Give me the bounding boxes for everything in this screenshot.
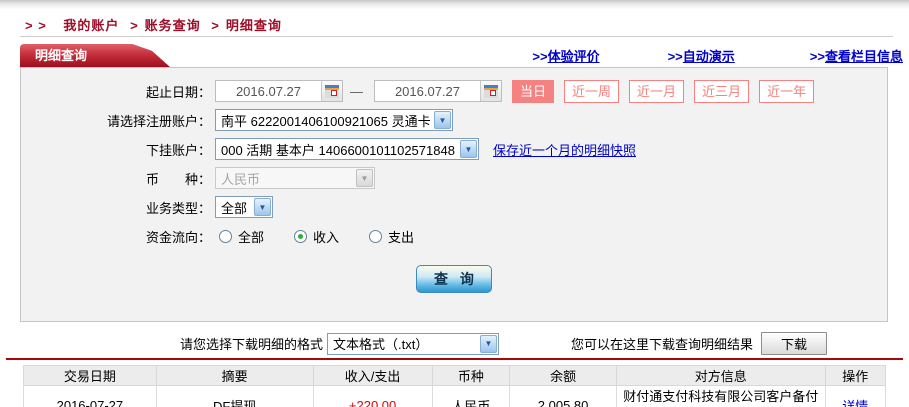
- col-header-date: 交易日期: [23, 365, 157, 386]
- registered-account-value: 南平 6222001406100921065 灵通卡: [221, 113, 431, 129]
- calendar-icon: [484, 84, 498, 98]
- chevron-down-icon: ▼: [480, 334, 498, 353]
- column-info-link[interactable]: >>查看栏目信息: [810, 46, 903, 65]
- start-date-field: [215, 80, 343, 102]
- link-prefix: >>: [667, 49, 683, 64]
- download-row: 请您选择下载明细的格式 文本格式（.txt） ▼ 您可以在这里下载查询明细结果 …: [0, 331, 909, 356]
- results-table: 交易日期 摘要 收入/支出 币种 余额 对方信息 操作 2016-07-27 D…: [23, 365, 887, 407]
- detail-link[interactable]: 详情: [842, 399, 868, 407]
- end-date-calendar-button[interactable]: [480, 81, 501, 101]
- download-button[interactable]: 下载: [761, 332, 828, 355]
- quick-range-month-button[interactable]: 近一月: [629, 79, 685, 103]
- calendar-icon: [325, 84, 339, 98]
- business-type-select[interactable]: 全部 ▼: [215, 196, 273, 218]
- auto-demo-link[interactable]: >>自动演示: [668, 46, 735, 65]
- cell-currency: 人民币: [431, 385, 511, 407]
- sub-account-select[interactable]: 000 活期 基本户 1406600101102571848 ▼: [215, 138, 479, 160]
- breadcrumb-item-my-account[interactable]: 我的账户: [63, 18, 119, 33]
- chevron-down-icon: ▼: [254, 198, 271, 216]
- chevron-down-icon: ▼: [460, 140, 477, 158]
- quick-range-year-button[interactable]: 近一年: [759, 79, 815, 103]
- end-date-field: [374, 80, 502, 102]
- link-label: 自动演示: [682, 49, 735, 64]
- sub-account-row: 下挂账户： 000 活期 基本户 1406600101102571848 ▼ 保…: [21, 137, 887, 161]
- header-links: >>体验评价 >>自动演示 >>查看栏目信息: [455, 46, 903, 65]
- date-range-label: 起止日期：: [145, 84, 211, 100]
- col-header-action: 操作: [824, 365, 887, 386]
- end-date-input[interactable]: [375, 83, 480, 99]
- download-hint-label: 您可以在这里下载查询明细结果: [571, 337, 754, 352]
- cell-counterparty: 财付通支付科技有限公司客户备付金: [616, 385, 826, 407]
- business-type-label: 业务类型：: [145, 200, 211, 216]
- cell-amount: +220.00: [312, 385, 433, 407]
- cell-summary: DF提现: [155, 385, 314, 407]
- download-format-label: 请您选择下载明细的格式: [180, 337, 324, 352]
- top-gradient-bar: [0, 0, 909, 9]
- sub-account-value: 000 活期 基本户 1406600101102571848: [221, 142, 455, 158]
- quick-range-3months-button[interactable]: 近三月: [694, 79, 750, 103]
- fund-flow-label: 资金流向：: [145, 229, 211, 245]
- currency-row: 币 种： 人民币 ▼: [21, 166, 887, 190]
- link-label: 体验评价: [547, 49, 600, 64]
- col-header-counterparty: 对方信息: [616, 365, 826, 386]
- registered-account-label: 请选择注册账户：: [106, 113, 211, 129]
- start-date-input[interactable]: [216, 83, 321, 99]
- breadcrumb-arrows: > >: [25, 18, 47, 33]
- fund-flow-income-label[interactable]: 收入: [313, 227, 339, 246]
- date-range-row: 起止日期： — 当日 近一周 近一月 近三月 近一年: [21, 79, 887, 103]
- breadcrumb-item-account-query[interactable]: 账务查询: [145, 18, 201, 33]
- breadcrumb-separator: >: [130, 18, 139, 33]
- breadcrumb: > > 我的账户 > 账务查询 > 明细查询: [25, 15, 282, 34]
- business-type-value: 全部: [221, 200, 248, 216]
- chevron-down-icon: ▼: [434, 111, 451, 129]
- currency-select-disabled: 人民币 ▼: [215, 167, 375, 189]
- save-snapshot-link[interactable]: 保存近一个月的明细快照: [493, 140, 636, 159]
- fund-flow-all-label[interactable]: 全部: [238, 227, 264, 246]
- link-label: 查看栏目信息: [824, 49, 903, 64]
- quick-range-today-button[interactable]: 当日: [512, 79, 555, 103]
- page-title-tab: 明细查询: [20, 44, 170, 67]
- breadcrumb-separator: >: [211, 18, 220, 33]
- start-date-calendar-button[interactable]: [321, 81, 342, 101]
- date-range-separator: —: [350, 83, 363, 99]
- breadcrumb-item-detail-query[interactable]: 明细查询: [226, 18, 282, 33]
- divider: [20, 36, 893, 37]
- query-button[interactable]: 查 询: [416, 265, 492, 293]
- link-prefix: >>: [809, 49, 825, 64]
- registered-account-select[interactable]: 南平 6222001406100921065 灵通卡 ▼: [215, 109, 453, 131]
- fund-flow-income-radio[interactable]: [294, 229, 308, 243]
- download-format-select[interactable]: 文本格式（.txt） ▼: [327, 332, 500, 355]
- col-header-balance: 余额: [509, 365, 618, 386]
- fund-flow-expense-label[interactable]: 支出: [388, 227, 414, 246]
- currency-label: 币 种：: [145, 171, 211, 187]
- currency-value: 人民币: [221, 171, 261, 187]
- cell-date: 2016-07-27: [23, 385, 157, 407]
- registered-account-row: 请选择注册账户： 南平 6222001406100921065 灵通卡 ▼: [21, 108, 887, 132]
- fund-flow-row: 资金流向： 全部 收入 支出: [21, 224, 887, 248]
- query-form-panel: 起止日期： — 当日 近一周 近一月 近三月 近一年 请选择注册账户： 南平 6…: [20, 67, 888, 322]
- sub-account-label: 下挂账户：: [145, 142, 211, 158]
- table-header-row: 交易日期 摘要 收入/支出 币种 余额 对方信息 操作: [23, 365, 887, 386]
- fund-flow-expense-radio[interactable]: [369, 229, 383, 243]
- business-type-row: 业务类型： 全部 ▼: [21, 195, 887, 219]
- col-header-currency: 币种: [431, 365, 511, 386]
- fund-flow-options: 全部 收入 支出: [219, 227, 444, 246]
- fund-flow-all-radio[interactable]: [219, 229, 232, 243]
- table-top-rule: [6, 358, 903, 360]
- results-table-section: 交易日期 摘要 收入/支出 币种 余额 对方信息 操作 2016-07-27 D…: [6, 358, 903, 407]
- link-prefix: >>: [532, 49, 548, 64]
- table-row: 2016-07-27 DF提现 +220.00 人民币 2,005.80 财付通…: [23, 385, 887, 407]
- cell-balance: 2,005.80: [509, 385, 618, 407]
- download-format-value: 文本格式（.txt）: [333, 337, 429, 352]
- experience-link[interactable]: >>体验评价: [532, 46, 599, 65]
- cell-action: 详情: [824, 385, 887, 407]
- col-header-amount: 收入/支出: [312, 365, 433, 386]
- chevron-down-icon: ▼: [356, 169, 373, 187]
- col-header-summary: 摘要: [155, 365, 314, 386]
- page: > > 我的账户 > 账务查询 > 明细查询 明细查询 >>体验评价 >>自动演示 …: [0, 0, 909, 407]
- quick-range-week-button[interactable]: 近一周: [564, 79, 620, 103]
